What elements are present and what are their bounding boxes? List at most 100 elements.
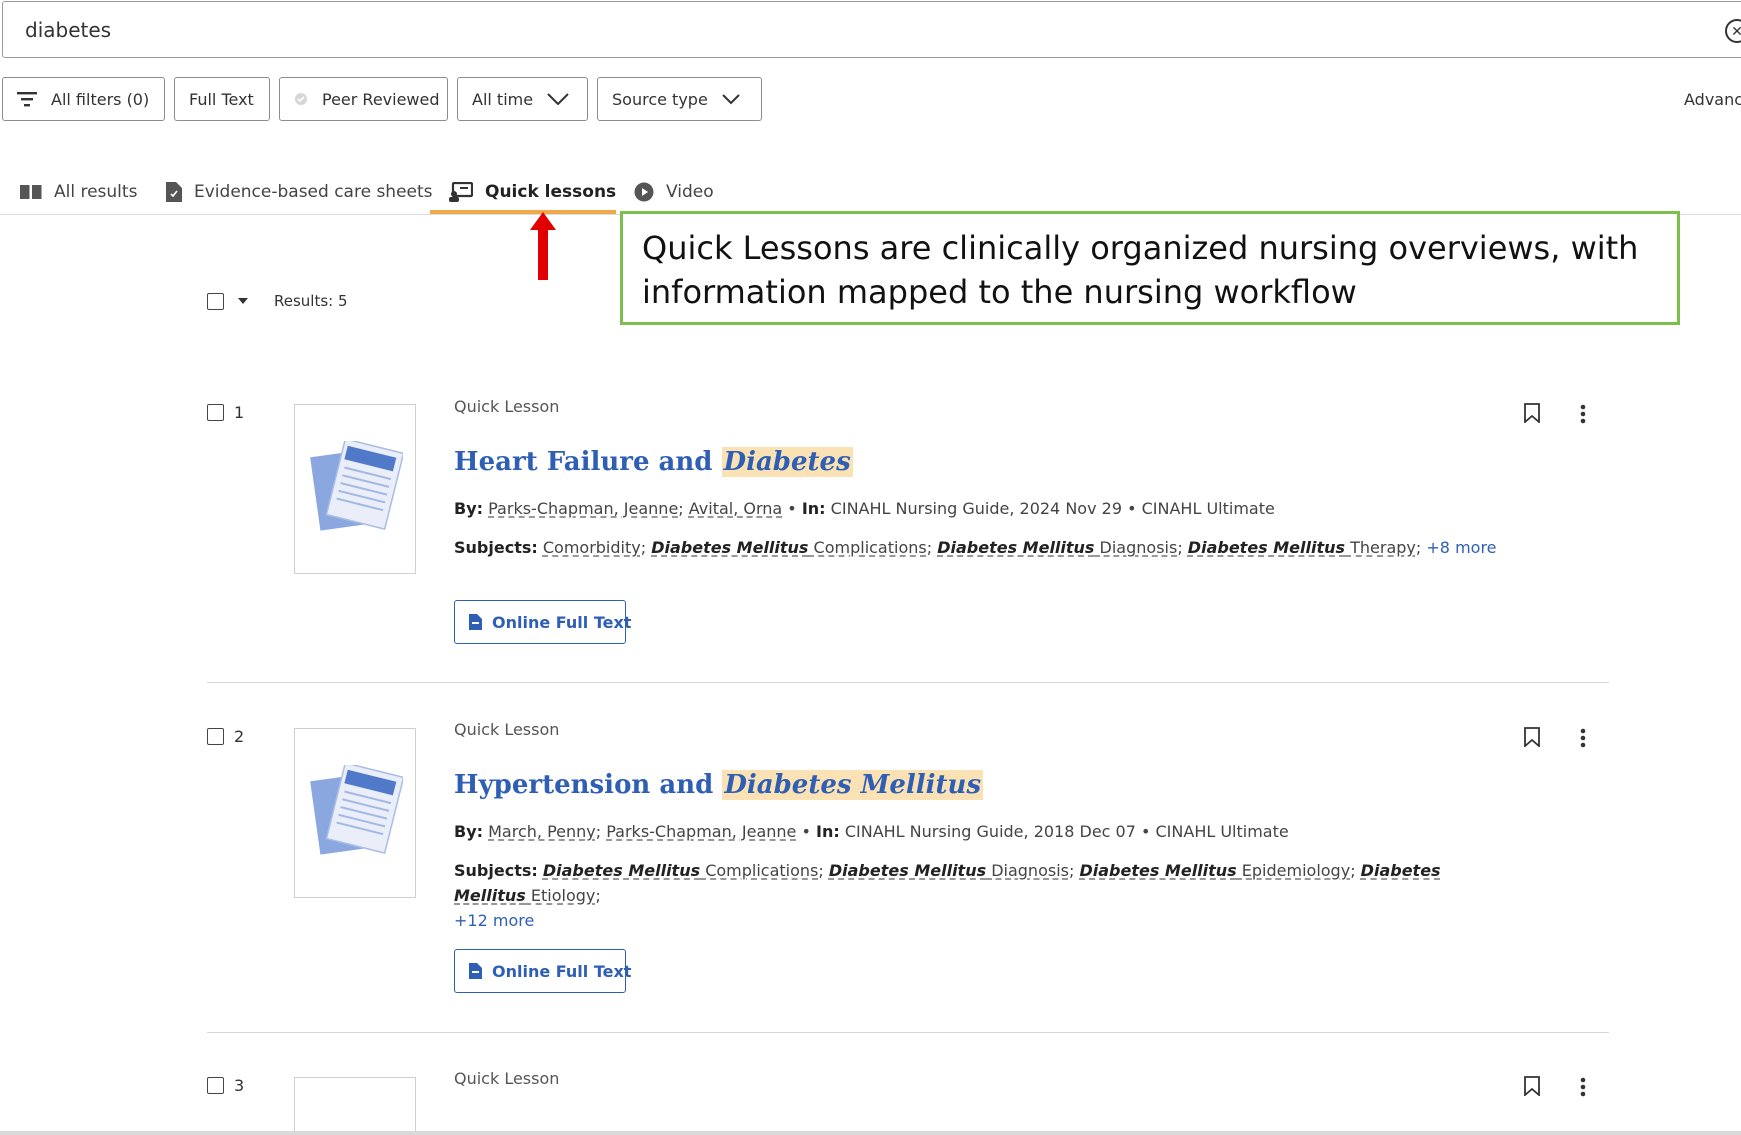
document-stack-icon xyxy=(310,441,403,531)
tab-quick-lessons[interactable]: Quick lessons xyxy=(449,170,616,214)
result-thumbnail[interactable] xyxy=(294,1077,416,1133)
time-label: All time xyxy=(472,89,534,109)
full-text-button[interactable]: Full Text xyxy=(174,77,270,121)
result-select: 1 xyxy=(207,403,244,422)
tab-label: Quick lessons xyxy=(485,182,617,202)
document-icon xyxy=(166,182,182,202)
more-options-icon[interactable] xyxy=(1578,1077,1588,1102)
author-link[interactable]: Parks-Chapman, Jeanne xyxy=(606,822,796,841)
online-full-text-button[interactable]: Online Full Text xyxy=(454,600,631,644)
in-label: In: xyxy=(816,822,840,841)
book-icon xyxy=(20,184,42,200)
result-type: Quick Lesson xyxy=(454,720,560,739)
result-title[interactable]: Hypertension and Diabetes Mellitus xyxy=(454,770,984,800)
time-dropdown[interactable]: All time xyxy=(457,77,588,121)
red-arrow-up-icon xyxy=(530,212,556,285)
result-thumbnail[interactable] xyxy=(294,728,416,898)
result-type: Quick Lesson xyxy=(454,1069,560,1088)
result-checkbox[interactable] xyxy=(207,728,224,745)
title-highlight: Diabetes Mellitus xyxy=(722,770,984,800)
subject-link[interactable]: Diabetes Mellitus Complications xyxy=(543,861,819,880)
results-bar: Results: 5 xyxy=(207,292,348,310)
more-subjects-link[interactable]: +12 more xyxy=(454,911,534,930)
tab-label: All results xyxy=(54,182,138,202)
in-label: In: xyxy=(801,499,826,518)
results-count: Results: 5 xyxy=(274,292,348,310)
source-type-label: Source type xyxy=(612,89,708,109)
more-subjects-link[interactable]: +8 more xyxy=(1426,538,1496,557)
result-divider xyxy=(207,1032,1609,1033)
bookmark-icon[interactable] xyxy=(1524,1076,1540,1101)
select-all-checkbox[interactable] xyxy=(207,292,224,310)
filter-icon xyxy=(17,91,37,107)
document-stack-icon xyxy=(310,765,403,855)
active-tab-indicator xyxy=(430,210,616,214)
peer-reviewed-button[interactable]: Peer Reviewed xyxy=(279,77,448,121)
bookmark-icon[interactable] xyxy=(1524,403,1540,428)
result-subjects: Subjects: Comorbidity; Diabetes Mellitus… xyxy=(454,538,1497,557)
author-link[interactable]: March, Penny xyxy=(488,822,596,841)
by-label: By: xyxy=(454,499,484,518)
play-icon xyxy=(634,182,654,202)
result-divider xyxy=(207,682,1609,683)
result-title[interactable]: Heart Failure and Diabetes xyxy=(454,447,853,477)
result-number: 3 xyxy=(234,1076,245,1095)
author-link[interactable]: Avital, Orna xyxy=(689,499,782,518)
lesson-icon xyxy=(449,182,473,202)
result-thumbnail[interactable] xyxy=(294,404,416,574)
result-number: 1 xyxy=(234,403,245,422)
peer-reviewed-label: Peer Reviewed xyxy=(322,89,440,109)
result-number: 2 xyxy=(234,727,245,746)
tab-label: Video xyxy=(666,182,714,202)
checkmark-circle-icon xyxy=(294,92,308,106)
callout-text: Quick Lessons are clinically organized n… xyxy=(642,229,1639,311)
result-tabs: All results Evidence-based care sheets Q… xyxy=(0,160,1741,215)
subject-link[interactable]: Diabetes Mellitus Diagnosis xyxy=(937,538,1177,557)
tab-video[interactable]: Video xyxy=(634,170,714,214)
advanced-search-link[interactable]: Advanc xyxy=(1684,90,1741,109)
chevron-down-icon xyxy=(722,93,740,105)
subject-link[interactable]: Comorbidity xyxy=(543,538,641,557)
more-options-icon[interactable] xyxy=(1578,728,1588,753)
caret-down-icon[interactable] xyxy=(238,298,248,304)
subjects-label: Subjects: xyxy=(454,861,538,880)
all-filters-button[interactable]: All filters (0) xyxy=(2,77,165,121)
tab-label: Evidence-based care sheets xyxy=(194,182,433,202)
full-text-label: Full Text xyxy=(189,89,254,109)
search-input[interactable] xyxy=(25,18,1625,42)
result-select: 2 xyxy=(207,727,244,746)
title-text: Hypertension and xyxy=(454,770,723,800)
subject-link[interactable]: Diabetes Mellitus Diagnosis xyxy=(829,861,1069,880)
source-type-dropdown[interactable]: Source type xyxy=(597,77,762,121)
result-byline: By: Parks-Chapman, Jeanne; Avital, Orna … xyxy=(454,499,1275,518)
result-checkbox[interactable] xyxy=(207,1077,224,1094)
author-link[interactable]: Parks-Chapman, Jeanne xyxy=(488,499,678,518)
pdf-document-icon xyxy=(469,614,482,630)
online-full-text-button[interactable]: Online Full Text xyxy=(454,949,631,993)
subject-link[interactable]: Diabetes Mellitus Epidemiology xyxy=(1079,861,1350,880)
page-bottom-edge xyxy=(0,1131,1741,1135)
bookmark-icon[interactable] xyxy=(1524,727,1540,752)
subject-link[interactable]: Diabetes Mellitus Complications xyxy=(651,538,927,557)
by-label: By: xyxy=(454,822,484,841)
title-highlight: Diabetes xyxy=(721,447,853,477)
button-label: Online Full Text xyxy=(492,961,632,981)
source-text: CINAHL Nursing Guide, 2024 Nov 29 • CINA… xyxy=(830,499,1275,518)
tab-evidence-based-care-sheets[interactable]: Evidence-based care sheets xyxy=(166,170,433,214)
title-text: Heart Failure and xyxy=(454,447,722,477)
subject-link[interactable]: Diabetes Mellitus Therapy xyxy=(1188,538,1416,557)
tab-all-results[interactable]: All results xyxy=(20,170,137,214)
result-subjects: Subjects: Diabetes Mellitus Complication… xyxy=(454,861,1441,930)
search-bar: ✕ xyxy=(2,1,1741,58)
close-circle-icon[interactable]: ✕ xyxy=(1725,19,1741,43)
result-checkbox[interactable] xyxy=(207,404,224,421)
result-select: 3 xyxy=(207,1076,244,1095)
all-filters-label: All filters (0) xyxy=(51,89,150,109)
subjects-label: Subjects: xyxy=(454,538,538,557)
result-type: Quick Lesson xyxy=(454,397,560,416)
more-options-icon[interactable] xyxy=(1578,404,1588,429)
button-label: Online Full Text xyxy=(492,612,632,632)
source-text: CINAHL Nursing Guide, 2018 Dec 07 • CINA… xyxy=(844,822,1289,841)
pdf-document-icon xyxy=(469,963,482,979)
chevron-down-icon xyxy=(547,93,569,105)
